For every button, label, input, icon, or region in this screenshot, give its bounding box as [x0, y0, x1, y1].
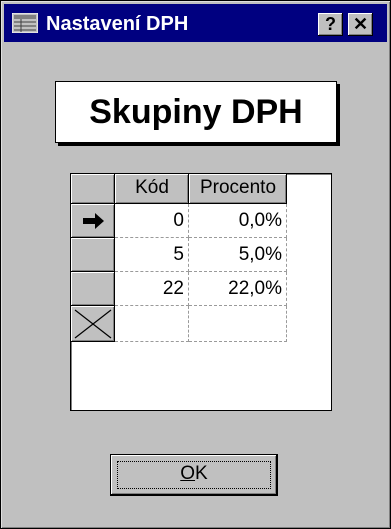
table-app-icon: [12, 13, 38, 33]
title-bar[interactable]: Nastavení DPH ? ✕: [4, 4, 387, 42]
table-row-cell[interactable]: 0: [115, 204, 189, 238]
arrow-right-icon: [83, 213, 104, 229]
table-row-cell[interactable]: 22: [115, 272, 189, 306]
vat-groups-grid[interactable]: Kód Procento 0 0,0% 5 5,0% 22 22,0%: [70, 173, 332, 411]
row-selector[interactable]: [71, 238, 115, 272]
row-selector-current[interactable]: [71, 204, 115, 238]
new-row-cell-procento[interactable]: [189, 306, 287, 342]
grid-corner: [71, 174, 115, 204]
row-selector[interactable]: [71, 272, 115, 306]
row-selector-new[interactable]: [71, 306, 115, 342]
table-row-cell[interactable]: 0,0%: [189, 204, 287, 238]
column-header-procento[interactable]: Procento: [189, 174, 287, 204]
heading-title: Skupiny DPH: [89, 93, 303, 131]
help-button[interactable]: ?: [318, 13, 343, 36]
column-header-kod[interactable]: Kód: [115, 174, 189, 204]
heading-panel: Skupiny DPH: [55, 81, 337, 143]
window-title: Nastavení DPH: [46, 13, 189, 35]
dialog-window: Nastavení DPH ? ✕ Skupiny DPH Kód Procen…: [0, 0, 391, 529]
table-row-cell[interactable]: 5,0%: [189, 238, 287, 272]
table-row-cell[interactable]: 5: [115, 238, 189, 272]
new-row-cell-kod[interactable]: [115, 306, 189, 342]
ok-button-label: OK: [180, 463, 208, 484]
table-row-cell[interactable]: 22,0%: [189, 272, 287, 306]
ok-button[interactable]: OK: [110, 454, 278, 496]
new-record-x-icon: [74, 309, 112, 339]
close-button[interactable]: ✕: [348, 13, 373, 36]
